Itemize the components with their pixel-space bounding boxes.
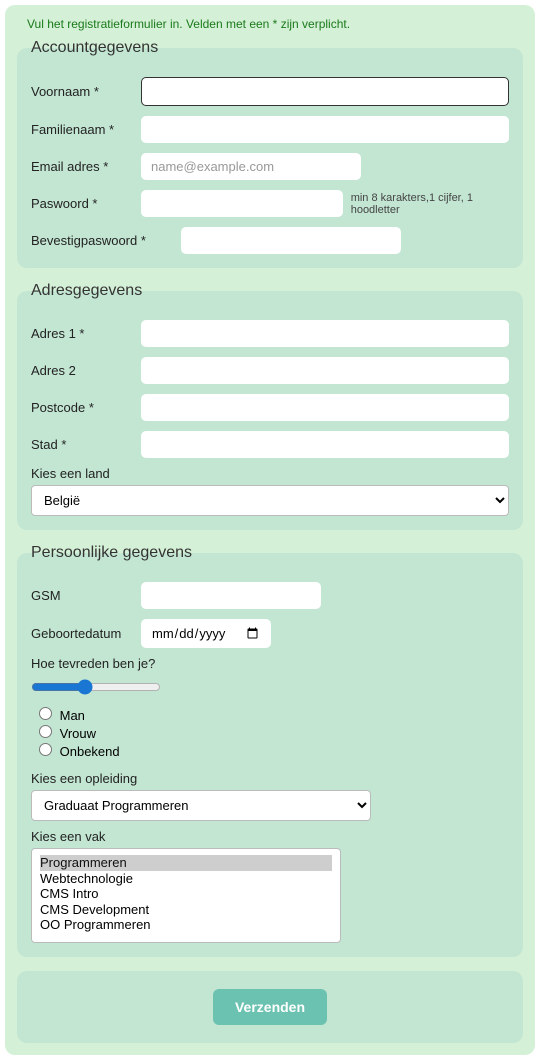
- submit-section: Verzenden: [17, 971, 523, 1043]
- country-select[interactable]: België: [31, 485, 509, 516]
- gender-unknown-label[interactable]: Onbekend: [60, 744, 120, 759]
- address-legend: Adresgegevens: [27, 282, 146, 300]
- address2-input[interactable]: [141, 357, 509, 384]
- address1-input[interactable]: [141, 320, 509, 347]
- country-label: Kies een land: [31, 466, 509, 481]
- registration-form: Vul het registratieformulier in. Velden …: [5, 5, 535, 1055]
- gsm-label: GSM: [31, 588, 141, 603]
- lastname-label: Familienaam *: [31, 122, 141, 137]
- city-label: Stad *: [31, 437, 141, 452]
- firstname-label: Voornaam *: [31, 84, 141, 99]
- dob-label: Geboortedatum: [31, 626, 141, 641]
- lastname-input[interactable]: [141, 116, 509, 143]
- city-input[interactable]: [141, 431, 509, 458]
- password-label: Paswoord *: [31, 196, 141, 211]
- education-label: Kies een opleiding: [31, 771, 509, 786]
- postcode-label: Postcode *: [31, 400, 141, 415]
- satisfaction-label: Hoe tevreden ben je?: [31, 656, 509, 671]
- confirm-password-input[interactable]: [181, 227, 401, 254]
- password-hint: min 8 karakters,1 cijfer, 1 hoodletter: [351, 192, 509, 216]
- gender-female-radio[interactable]: [39, 725, 52, 738]
- firstname-input[interactable]: [141, 77, 509, 106]
- password-input[interactable]: [141, 190, 343, 217]
- email-input[interactable]: [141, 153, 361, 180]
- gender-female-label[interactable]: Vrouw: [60, 726, 96, 741]
- postcode-input[interactable]: [141, 394, 509, 421]
- dob-input[interactable]: [141, 619, 271, 648]
- gender-male-label[interactable]: Man: [60, 708, 85, 723]
- account-fieldset: Accountgegevens Voornaam * Familienaam *…: [17, 39, 523, 268]
- course-select[interactable]: ProgrammerenWebtechnologieCMS IntroCMS D…: [31, 848, 341, 943]
- address1-label: Adres 1 *: [31, 326, 141, 341]
- confirm-password-label: Bevestigpaswoord *: [31, 233, 181, 248]
- personal-legend: Persoonlijke gegevens: [27, 544, 196, 562]
- gender-male-radio[interactable]: [39, 707, 52, 720]
- course-label: Kies een vak: [31, 829, 509, 844]
- email-label: Email adres *: [31, 159, 141, 174]
- satisfaction-slider[interactable]: [31, 679, 161, 695]
- education-select[interactable]: Graduaat Programmeren: [31, 790, 371, 821]
- account-legend: Accountgegevens: [27, 39, 162, 57]
- gsm-input[interactable]: [141, 582, 321, 609]
- address-fieldset: Adresgegevens Adres 1 * Adres 2 Postcode…: [17, 282, 523, 530]
- submit-button[interactable]: Verzenden: [213, 989, 327, 1025]
- gender-radio-group: Man Vrouw Onbekend: [39, 707, 509, 759]
- instruction-text: Vul het registratieformulier in. Velden …: [17, 17, 523, 31]
- address2-label: Adres 2: [31, 363, 141, 378]
- gender-unknown-radio[interactable]: [39, 743, 52, 756]
- personal-fieldset: Persoonlijke gegevens GSM Geboortedatum …: [17, 544, 523, 957]
